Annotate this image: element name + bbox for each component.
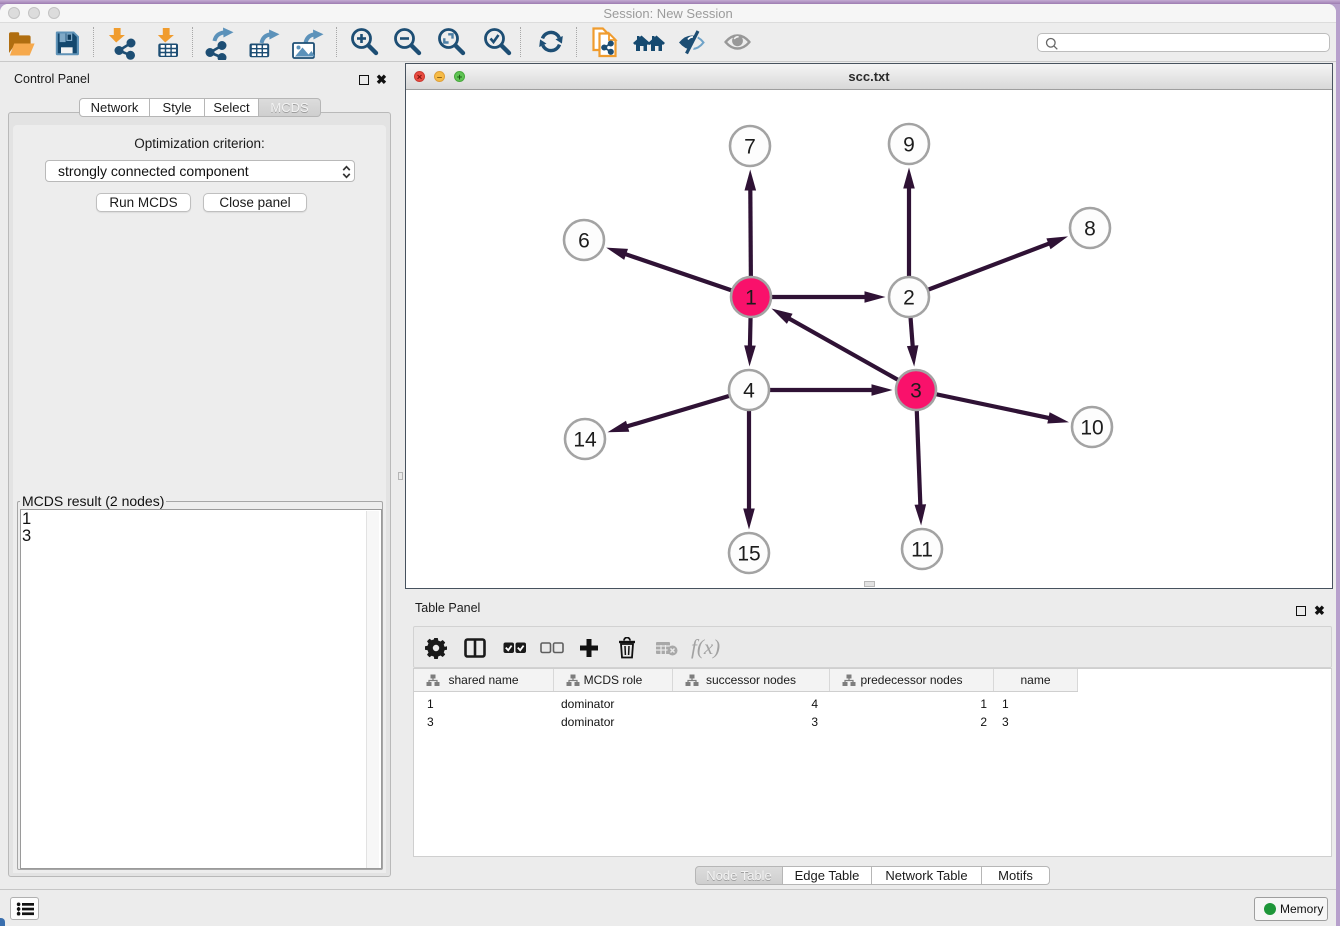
- svg-text:11: 11: [911, 539, 933, 562]
- svg-text:1: 1: [745, 287, 757, 310]
- svg-text:8: 8: [1084, 218, 1096, 241]
- svg-text:9: 9: [903, 134, 915, 157]
- svg-text:6: 6: [578, 230, 590, 253]
- svg-text:2: 2: [903, 287, 915, 310]
- svg-text:15: 15: [737, 543, 760, 566]
- svg-text:7: 7: [744, 136, 756, 159]
- svg-text:4: 4: [743, 380, 755, 403]
- svg-text:14: 14: [573, 429, 597, 452]
- svg-text:3: 3: [910, 380, 922, 403]
- svg-text:10: 10: [1080, 417, 1103, 440]
